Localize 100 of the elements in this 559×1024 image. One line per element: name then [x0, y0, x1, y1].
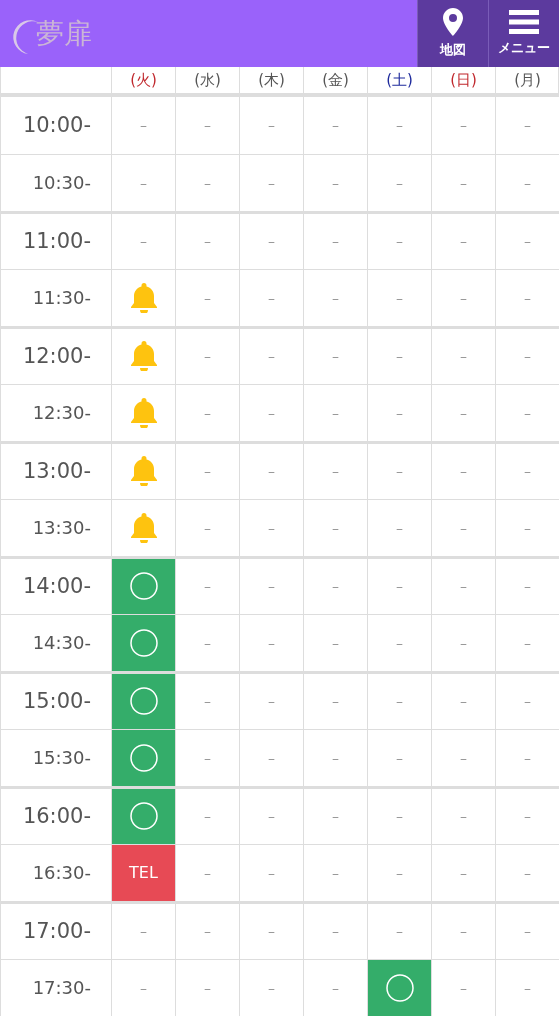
unavailable-mark: – — [268, 347, 275, 367]
unavailable-mark: – — [524, 116, 531, 136]
unavailable-mark: – — [524, 347, 531, 367]
time-label: 16:00- — [22, 802, 91, 830]
time-label: 16:30- — [32, 861, 91, 886]
unavailable-mark: – — [460, 748, 467, 768]
available-slot[interactable] — [111, 789, 175, 844]
unavailable-mark: – — [332, 863, 339, 883]
unavailable-mark: – — [524, 232, 531, 252]
unavailable-mark: – — [140, 232, 147, 252]
unavailable-mark: – — [268, 173, 275, 193]
circle-icon — [129, 743, 158, 772]
time-label: 10:30- — [32, 171, 91, 196]
unavailable-mark: – — [204, 232, 211, 252]
unavailable-mark: – — [396, 462, 403, 482]
unavailable-mark: – — [332, 922, 339, 942]
unavailable-mark: – — [332, 347, 339, 367]
unavailable-mark: – — [460, 288, 467, 308]
unavailable-mark: – — [460, 577, 467, 597]
unavailable-mark: – — [396, 692, 403, 712]
unavailable-mark: – — [268, 116, 275, 136]
time-label: 15:30- — [32, 746, 91, 771]
circle-icon — [129, 572, 158, 601]
unavailable-mark: – — [268, 748, 275, 768]
unavailable-mark: – — [460, 462, 467, 482]
weekday-label: (水) — [194, 69, 221, 91]
weekday-label: (火) — [130, 69, 157, 91]
unavailable-mark: – — [524, 692, 531, 712]
unavailable-mark: – — [396, 922, 403, 942]
tel-slot[interactable]: TEL — [111, 844, 175, 901]
weekday-label: (月) — [514, 69, 541, 91]
available-slot[interactable] — [111, 729, 175, 786]
unavailable-mark: – — [524, 807, 531, 827]
unavailable-mark: – — [460, 863, 467, 883]
unavailable-mark: – — [460, 633, 467, 653]
available-slot[interactable] — [111, 674, 175, 729]
unavailable-mark: – — [524, 173, 531, 193]
circle-icon — [129, 687, 158, 716]
unavailable-mark: – — [204, 863, 211, 883]
unavailable-mark: – — [332, 978, 339, 998]
time-label: 14:00- — [22, 572, 91, 600]
unavailable-mark: – — [268, 633, 275, 653]
available-slot[interactable] — [367, 959, 431, 1016]
unavailable-mark: – — [268, 978, 275, 998]
unavailable-mark: – — [396, 347, 403, 367]
available-slot[interactable] — [111, 614, 175, 671]
unavailable-mark: – — [460, 978, 467, 998]
unavailable-mark: – — [268, 403, 275, 423]
unavailable-mark: – — [268, 518, 275, 538]
unavailable-mark: – — [332, 173, 339, 193]
time-label: 14:30- — [32, 631, 91, 656]
unavailable-mark: – — [268, 863, 275, 883]
unavailable-mark: – — [204, 577, 211, 597]
unavailable-mark: – — [204, 807, 211, 827]
unavailable-mark: – — [460, 232, 467, 252]
menu-button[interactable]: メニュー — [488, 0, 559, 67]
unavailable-mark: – — [140, 173, 147, 193]
unavailable-mark: – — [460, 518, 467, 538]
time-label: 15:00- — [22, 687, 91, 715]
unavailable-mark: – — [332, 403, 339, 423]
unavailable-mark: – — [204, 347, 211, 367]
unavailable-mark: – — [524, 288, 531, 308]
bell-icon — [129, 456, 158, 487]
bell-icon — [129, 341, 158, 372]
unavailable-mark: – — [268, 232, 275, 252]
unavailable-mark: – — [396, 173, 403, 193]
unavailable-mark: – — [524, 633, 531, 653]
circle-icon — [129, 802, 158, 831]
unavailable-mark: – — [396, 633, 403, 653]
unavailable-mark: – — [332, 807, 339, 827]
unavailable-mark: – — [204, 288, 211, 308]
unavailable-mark: – — [204, 633, 211, 653]
weekday-label: (金) — [322, 69, 349, 91]
unavailable-mark: – — [204, 978, 211, 998]
unavailable-mark: – — [396, 807, 403, 827]
unavailable-mark: – — [524, 462, 531, 482]
unavailable-mark: – — [332, 116, 339, 136]
time-label: 10:00- — [22, 111, 91, 139]
unavailable-mark: – — [460, 692, 467, 712]
unavailable-mark: – — [460, 347, 467, 367]
unavailable-mark: – — [396, 863, 403, 883]
circle-icon — [385, 973, 414, 1002]
unavailable-mark: – — [204, 116, 211, 136]
bell-icon — [129, 282, 158, 313]
unavailable-mark: – — [332, 232, 339, 252]
unavailable-mark: – — [524, 577, 531, 597]
weekday-label: (日) — [450, 69, 477, 91]
available-slot[interactable] — [111, 559, 175, 614]
unavailable-mark: – — [268, 462, 275, 482]
unavailable-mark: – — [460, 173, 467, 193]
unavailable-mark: – — [268, 692, 275, 712]
unavailable-mark: – — [268, 288, 275, 308]
unavailable-mark: – — [524, 403, 531, 423]
unavailable-mark: – — [140, 978, 147, 998]
time-label: 13:30- — [32, 516, 91, 541]
bell-icon — [129, 512, 158, 543]
bell-icon — [129, 397, 158, 428]
unavailable-mark: – — [204, 748, 211, 768]
map-button[interactable]: 地図 — [417, 0, 488, 67]
unavailable-mark: – — [396, 577, 403, 597]
